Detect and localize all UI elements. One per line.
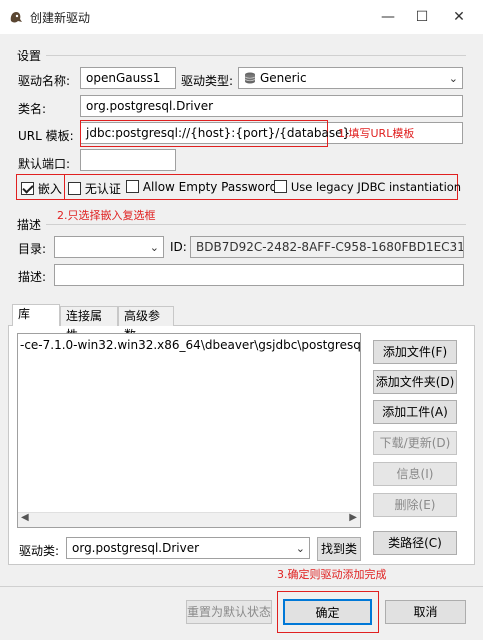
add-artifact-button[interactable]: 添加工件(A) — [373, 400, 457, 424]
legacy-jdbc-label: Use legacy JDBC instantiation — [290, 180, 462, 194]
default-port-input[interactable] — [80, 149, 176, 171]
id-label: ID: — [170, 240, 187, 254]
driver-class-value: org.postgresql.Driver — [72, 541, 200, 555]
allow-empty-password-check-icon — [126, 180, 139, 193]
description-section-label: 描述 — [17, 218, 42, 232]
no-auth-label: 无认证 — [84, 182, 121, 196]
annotation-step3: 3.确定则驱动添加完成 — [277, 568, 387, 581]
add-folder-button[interactable]: 添加文件夹(D) — [373, 370, 457, 394]
settings-section-label: 设置 — [17, 49, 42, 63]
annotation-step2: 2.只选择嵌入复选框 — [57, 209, 156, 222]
driver-type-select[interactable]: Generic ⌄ — [238, 67, 463, 89]
chevron-down-icon: ⌄ — [448, 72, 458, 85]
library-item[interactable]: -ce-7.1.0-win32.win32.x86_64\dbeaver\gsj… — [20, 338, 360, 352]
reset-default-button[interactable]: 重置为默认状态 — [186, 600, 272, 624]
desc-label: 描述: — [18, 270, 47, 284]
tab-library[interactable]: 库 — [12, 304, 60, 326]
embed-check-icon — [21, 182, 34, 195]
close-icon[interactable]: ✕ — [440, 0, 478, 34]
class-name-input[interactable]: org.postgresql.Driver — [80, 95, 463, 117]
driver-name-input[interactable]: openGauss1 — [80, 67, 176, 89]
tab-connection-properties[interactable]: 连接属性 — [60, 306, 118, 342]
allow-empty-password-label: Allow Empty Password — [142, 180, 278, 194]
add-file-button[interactable]: 添加文件(F) — [373, 340, 457, 364]
directory-label: 目录: — [18, 242, 47, 256]
window-title: 创建新驱动 — [30, 11, 91, 25]
url-template-label: URL 模板: — [18, 129, 74, 143]
description-divider — [46, 224, 466, 225]
info-button[interactable]: 信息(I) — [373, 462, 457, 486]
chevron-down-icon: ⌄ — [295, 542, 305, 555]
delete-button[interactable]: 删除(E) — [373, 493, 457, 517]
driver-type-label: 驱动类型: — [181, 74, 234, 88]
no-auth-checkbox[interactable]: 无认证 — [68, 180, 121, 197]
id-field: BDB7D92C-2482-8AFF-C958-1680FBD1EC31 — [190, 236, 464, 258]
driver-class-select[interactable]: org.postgresql.Driver ⌄ — [66, 537, 310, 559]
no-auth-check-icon — [68, 182, 81, 195]
embed-checkbox[interactable]: 嵌入 — [21, 180, 62, 197]
annotation-step1: 1.填写URL模板 — [338, 127, 415, 140]
legacy-jdbc-check-icon — [274, 180, 287, 193]
dbeaver-logo-icon — [10, 12, 22, 23]
driver-type-value: Generic — [260, 71, 307, 85]
library-list[interactable]: -ce-7.1.0-win32.win32.x86_64\dbeaver\gsj… — [17, 333, 361, 528]
maximize-icon[interactable]: ☐ — [403, 0, 441, 34]
footer-divider — [0, 586, 483, 587]
scroll-right-icon[interactable]: ▶ — [349, 512, 357, 523]
allow-empty-password-checkbox[interactable]: Allow Empty Password — [126, 180, 277, 194]
find-class-button[interactable]: 找到类 — [317, 537, 361, 561]
default-port-label: 默认端口: — [18, 157, 71, 171]
desc-input[interactable] — [54, 264, 464, 286]
settings-divider — [46, 55, 466, 56]
chevron-down-icon: ⌄ — [149, 241, 159, 254]
database-icon — [244, 72, 256, 84]
url-template-value: jdbc:postgresql://{host}:{port}/{databas… — [86, 126, 351, 140]
scroll-left-icon[interactable]: ◀ — [21, 512, 29, 523]
cancel-button[interactable]: 取消 — [385, 600, 466, 624]
horizontal-scrollbar[interactable]: ◀ ▶ — [18, 512, 360, 527]
class-path-button[interactable]: 类路径(C) — [373, 531, 457, 555]
directory-select[interactable]: ⌄ — [54, 236, 164, 258]
legacy-jdbc-checkbox[interactable]: Use legacy JDBC instantiation — [274, 180, 461, 194]
driver-name-label: 驱动名称: — [18, 74, 71, 88]
embed-label: 嵌入 — [37, 182, 62, 196]
class-name-label: 类名: — [18, 102, 47, 116]
minimize-icon[interactable]: — — [369, 0, 407, 34]
driver-class-label: 驱动类: — [19, 544, 60, 558]
download-update-button[interactable]: 下载/更新(D) — [373, 431, 457, 455]
ok-button[interactable]: 确定 — [283, 599, 372, 625]
tab-advanced-parameters[interactable]: 高级参数 — [118, 306, 174, 342]
